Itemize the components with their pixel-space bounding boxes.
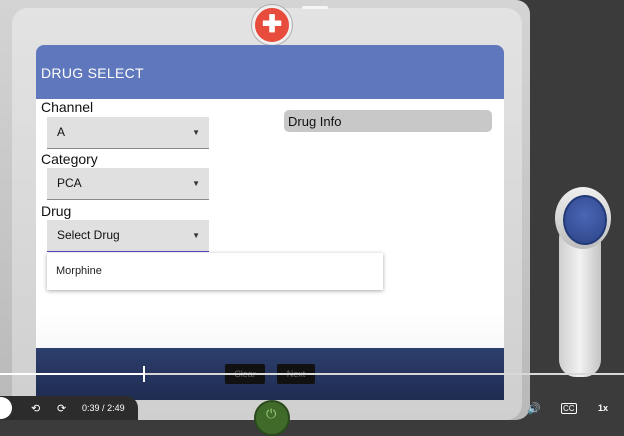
drug-value: Select Drug bbox=[57, 228, 120, 242]
screen-title: DRUG SELECT bbox=[41, 65, 144, 81]
medical-cross-icon: ✚ bbox=[261, 11, 283, 38]
drug-label: Drug bbox=[41, 203, 72, 219]
time-current: 0:39 bbox=[82, 403, 100, 413]
category-value: PCA bbox=[57, 176, 82, 190]
channel-label: Channel bbox=[41, 99, 94, 115]
drug-option-morphine[interactable]: Morphine bbox=[56, 265, 102, 277]
drug-options-menu: Morphine bbox=[47, 253, 383, 290]
time-display: 0:39 / 2:49 bbox=[82, 403, 125, 413]
caret-down-icon: ▼ bbox=[192, 231, 200, 240]
screen-titlebar: DRUG SELECT bbox=[36, 45, 504, 99]
video-progress-fill bbox=[0, 373, 144, 375]
pca-handset bbox=[555, 187, 611, 377]
drug-dropdown[interactable]: Select Drug ▼ bbox=[47, 220, 209, 252]
volume-icon[interactable]: 🔊 bbox=[527, 402, 541, 415]
forward-10-icon[interactable]: ⟳ bbox=[57, 402, 66, 415]
category-dropdown[interactable]: PCA ▼ bbox=[47, 168, 209, 200]
device-top-highlight bbox=[302, 6, 328, 9]
channel-value: A bbox=[57, 125, 66, 139]
time-total: 2:49 bbox=[107, 403, 125, 413]
caret-down-icon: ▼ bbox=[192, 128, 200, 137]
drug-info-label: Drug Info bbox=[288, 114, 342, 129]
handset-button-icon[interactable] bbox=[563, 195, 607, 245]
device-screen: DRUG SELECT Channel A ▼ Category PCA ▼ D… bbox=[36, 45, 504, 390]
rewind-10-icon[interactable]: ⟲ bbox=[31, 402, 40, 415]
video-scrub-handle[interactable] bbox=[143, 366, 145, 382]
category-label: Category bbox=[41, 151, 98, 167]
playback-speed[interactable]: 1x bbox=[598, 403, 608, 413]
caret-down-icon: ▼ bbox=[192, 179, 200, 188]
captions-icon[interactable]: CC bbox=[561, 403, 577, 414]
device-logo: ✚ bbox=[252, 5, 292, 45]
power-button[interactable]: ⏻ bbox=[254, 400, 290, 436]
channel-dropdown[interactable]: A ▼ bbox=[47, 117, 209, 149]
drug-info-panel: Drug Info bbox=[284, 110, 492, 132]
time-separator: / bbox=[102, 403, 105, 413]
